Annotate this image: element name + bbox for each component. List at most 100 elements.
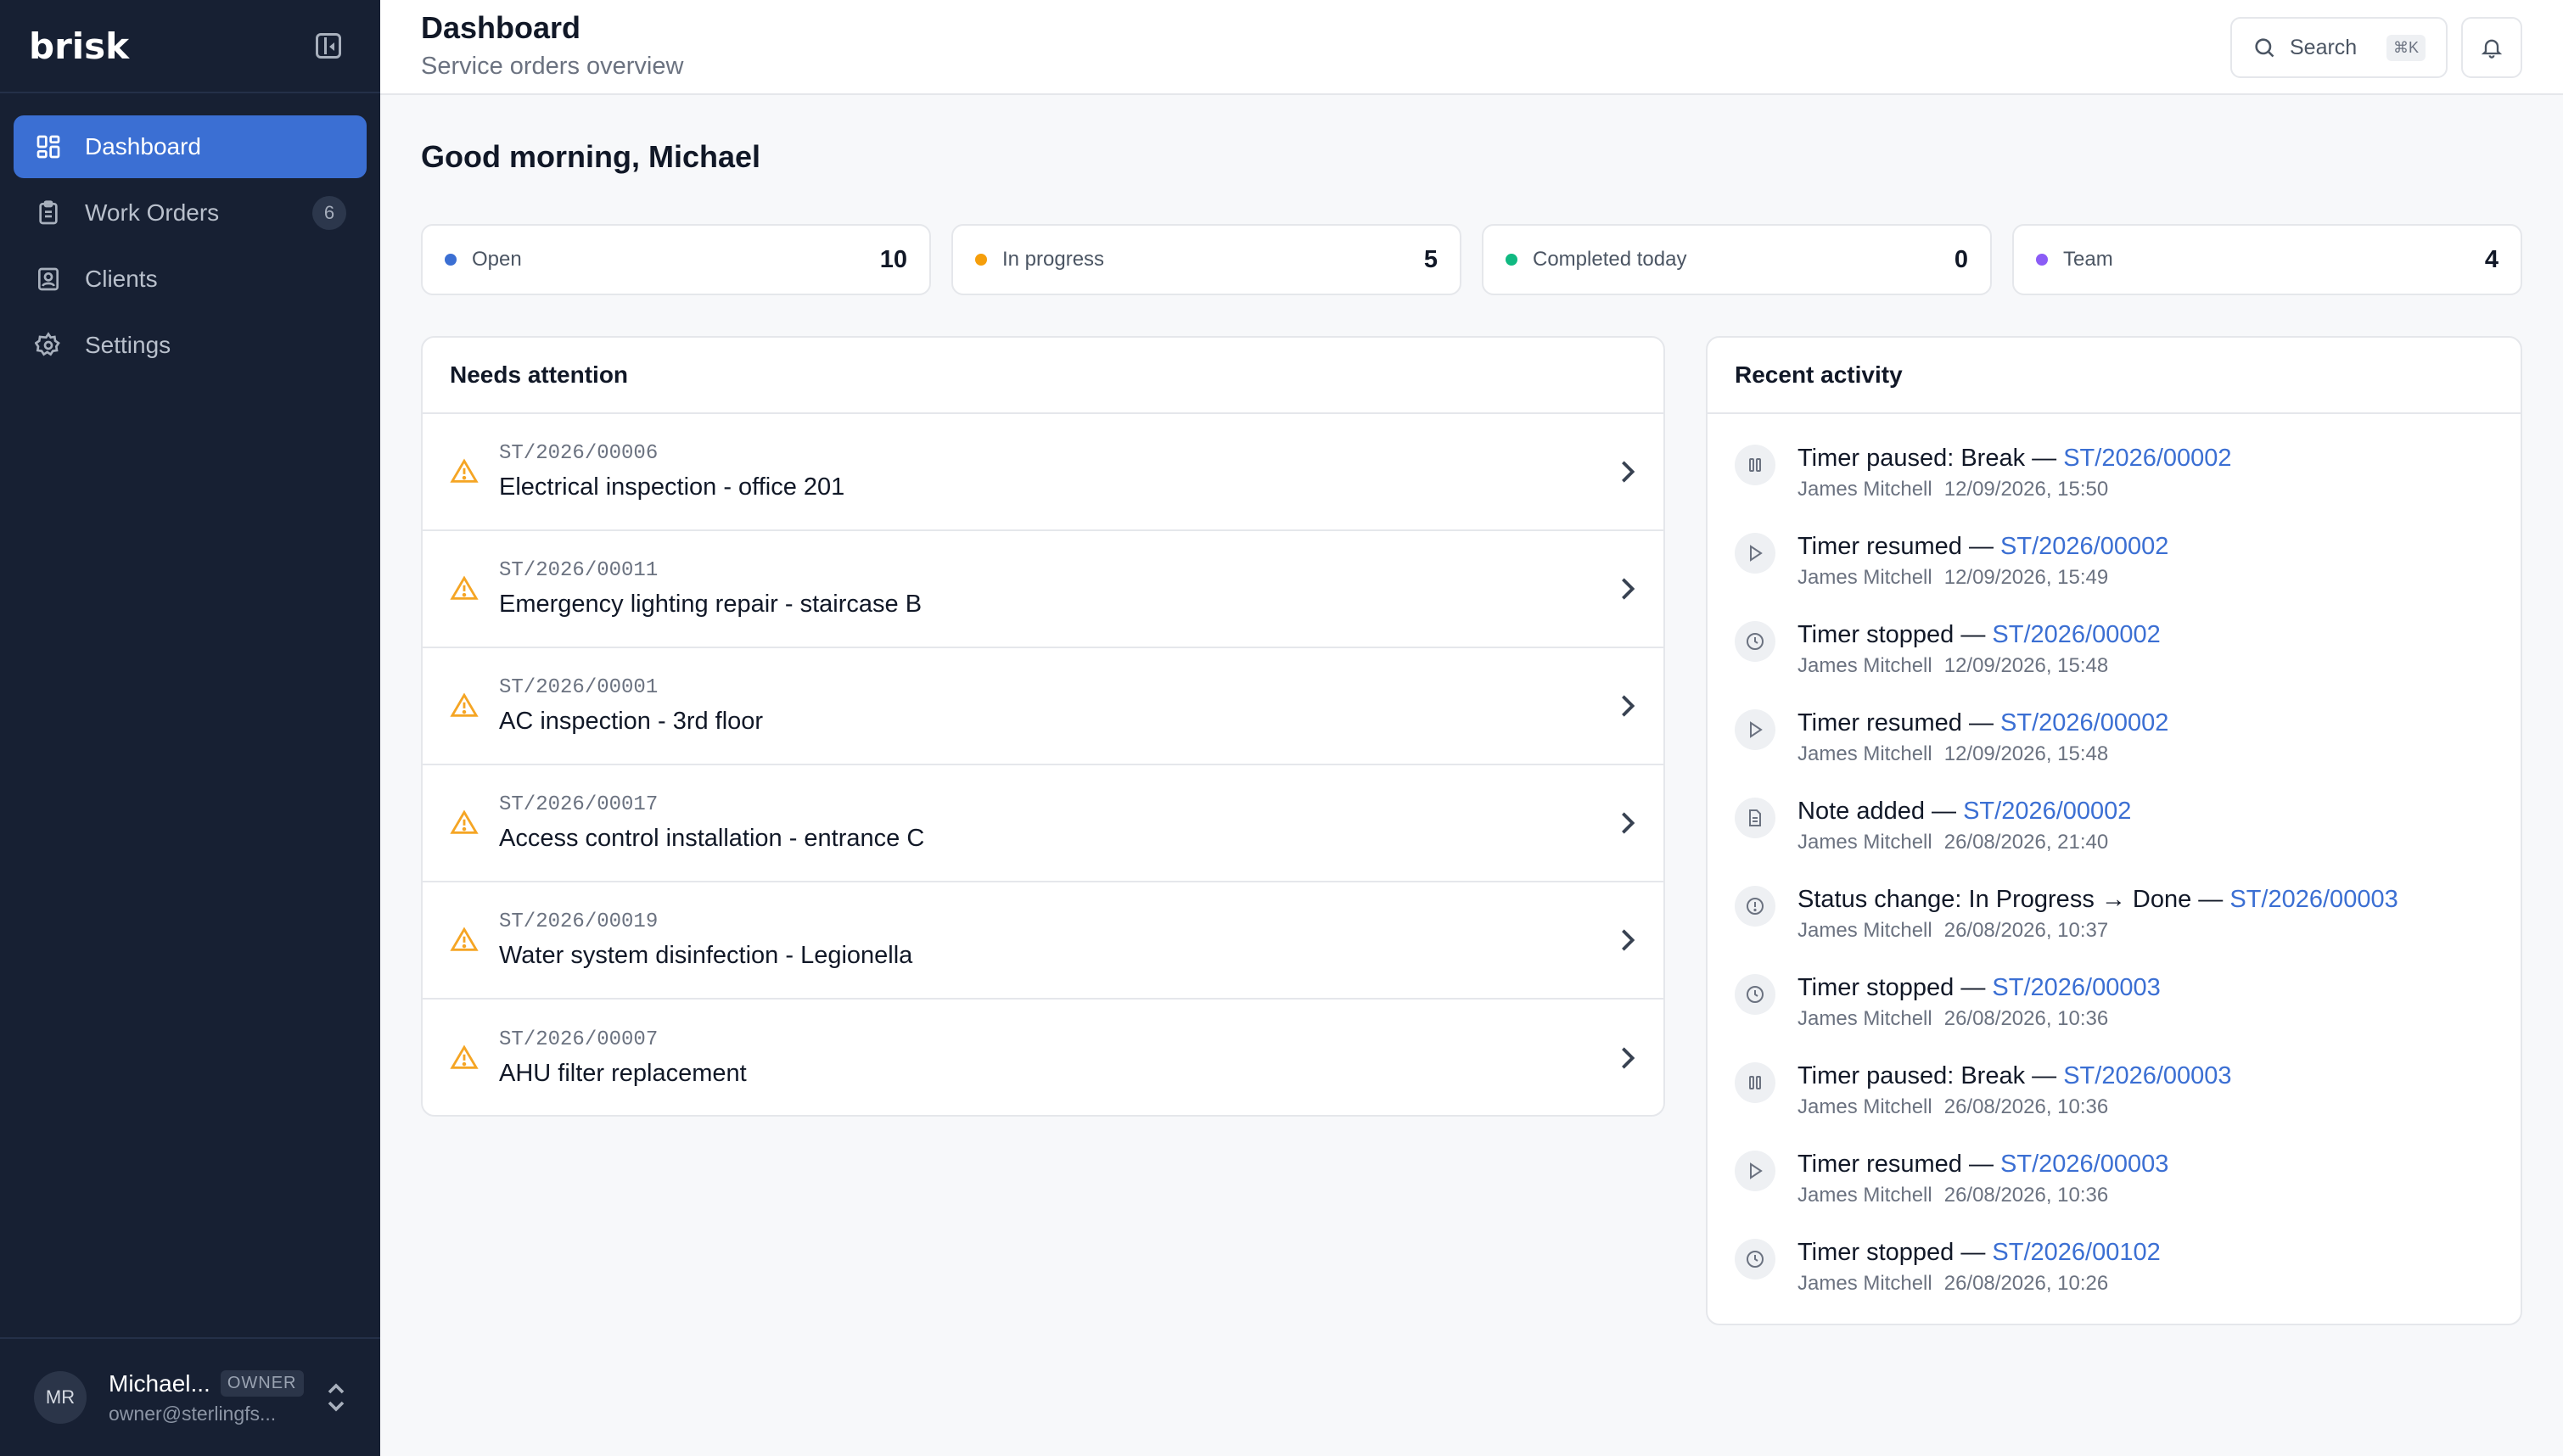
status-dot (2036, 254, 2048, 266)
order-title: Electrical inspection - office 201 (499, 473, 845, 501)
warning-icon (450, 575, 479, 600)
attention-item[interactable]: ST/2026/00019 Water system disinfection … (423, 882, 1663, 1000)
order-link[interactable]: ST/2026/00002 (1963, 798, 2131, 825)
activity-user: James Mitchell (1797, 742, 1932, 765)
attention-item-text: ST/2026/00007 AHU filter replacement (499, 1028, 1619, 1088)
chevron-up-down-icon[interactable] (326, 1382, 346, 1413)
warning-icon (450, 809, 479, 834)
sidebar-item-work-orders[interactable]: Work Orders 6 (14, 182, 367, 244)
page-title: Dashboard (421, 10, 581, 45)
order-link[interactable]: ST/2026/00102 (1992, 1239, 2160, 1266)
play-icon (1735, 533, 1775, 574)
activity-time: 26/08/2026, 10:37 (1943, 919, 2109, 942)
warning-icon (450, 927, 479, 951)
order-link[interactable]: ST/2026/00003 (2063, 1062, 2231, 1089)
greeting: Good morning, Michael (421, 139, 761, 174)
stat-label: Team (2063, 248, 2113, 271)
order-link[interactable]: ST/2026/00002 (2000, 709, 2168, 736)
collapse-sidebar-icon[interactable] (316, 33, 341, 59)
activity-user: James Mitchell (1797, 1095, 1932, 1118)
order-title: AC inspection - 3rd floor (499, 708, 764, 735)
notifications-button[interactable] (2461, 17, 2522, 78)
order-link[interactable]: ST/2026/00003 (1992, 974, 2160, 1001)
avatar: MR (34, 1371, 87, 1424)
stat-value: 0 (1954, 245, 1968, 273)
attention-item-text: ST/2026/00006 Electrical inspection - of… (499, 442, 1619, 501)
activity-time: 26/08/2026, 10:36 (1943, 1095, 2109, 1118)
sidebar-item-dashboard[interactable]: Dashboard (14, 115, 367, 178)
activity-time: 12/09/2026, 15:48 (1943, 742, 2109, 765)
activity-text: Timer stopped — (1797, 621, 1993, 648)
stat-card-open[interactable]: Open 10 (421, 224, 931, 295)
activity-item: Timer stopped — ST/2026/00002 James Mitc… (1735, 609, 2493, 697)
activity-item: Status change: In Progress → Done — ST/2… (1735, 874, 2493, 962)
attention-item[interactable]: ST/2026/00011 Emergency lighting repair … (423, 531, 1663, 648)
order-code: ST/2026/00019 (499, 910, 659, 933)
order-link[interactable]: ST/2026/00002 (2063, 445, 2231, 472)
clock-icon (1735, 621, 1775, 662)
stat-value: 4 (2484, 245, 2499, 273)
activity-user: James Mitchell (1797, 1007, 1932, 1030)
activity-time: 26/08/2026, 10:26 (1943, 1272, 2109, 1295)
stat-card-in-progress[interactable]: In progress 5 (951, 224, 1461, 295)
attention-item[interactable]: ST/2026/00006 Electrical inspection - of… (423, 414, 1663, 531)
page-subtitle: Service orders overview (421, 53, 684, 80)
search-button[interactable]: Search ⌘K (2230, 17, 2448, 78)
stat-card-team[interactable]: Team 4 (2012, 224, 2522, 295)
clock-icon (1735, 974, 1775, 1015)
activity-text: Timer resumed — (1797, 533, 2001, 560)
activity-text: Timer paused: Break — (1797, 1062, 2064, 1089)
activity-item: Timer resumed — ST/2026/00003 James Mitc… (1735, 1139, 2493, 1227)
chevron-right-icon (1622, 929, 1635, 951)
clipboard-icon (34, 199, 63, 227)
order-title: Water system disinfection - Legionella (499, 942, 913, 969)
attention-item[interactable]: ST/2026/00007 AHU filter replacement (423, 1000, 1663, 1115)
order-link[interactable]: ST/2026/00003 (2229, 886, 2398, 913)
activity-user: James Mitchell (1797, 654, 1932, 677)
activity-text: Timer paused: Break — (1797, 445, 2064, 472)
sidebar-header: brisk (0, 0, 380, 93)
activity-text: Timer resumed — (1797, 1151, 2001, 1178)
app-logo[interactable]: brisk (29, 25, 129, 67)
order-title: Access control installation - entrance C (499, 825, 925, 852)
activity-item: Note added — ST/2026/00002 James Mitchel… (1735, 786, 2493, 874)
order-code: ST/2026/00011 (499, 559, 659, 582)
attention-item[interactable]: ST/2026/00001 AC inspection - 3rd floor (423, 648, 1663, 765)
pause-icon (1735, 1062, 1775, 1103)
warning-icon (450, 458, 479, 483)
attention-item[interactable]: ST/2026/00017 Access control installatio… (423, 765, 1663, 882)
activity-text: Timer stopped — (1797, 1239, 1993, 1266)
sidebar-item-label: Clients (85, 266, 158, 292)
activity-user: James Mitchell (1797, 919, 1932, 942)
activity-item: Timer stopped — ST/2026/00003 James Mitc… (1735, 962, 2493, 1050)
order-link[interactable]: ST/2026/00002 (2000, 533, 2168, 560)
activity-text: Timer stopped — (1797, 974, 1993, 1001)
activity-user: James Mitchell (1797, 831, 1932, 854)
order-link[interactable]: ST/2026/00003 (2000, 1151, 2168, 1178)
sidebar-item-label: Dashboard (85, 133, 201, 160)
gear-icon (34, 331, 63, 360)
top-header: Dashboard Service orders overview Search… (380, 0, 2563, 95)
sidebar-item-clients[interactable]: Clients (14, 248, 367, 311)
sidebar-item-label: Settings (85, 332, 171, 358)
clock-icon (1735, 1239, 1775, 1280)
sidebar-item-settings[interactable]: Settings (14, 314, 367, 377)
card-title: Needs attention (423, 338, 1663, 414)
order-link[interactable]: ST/2026/00002 (1992, 621, 2160, 648)
user-menu[interactable]: MR Michael... OWNER owner@sterlingfs... (0, 1337, 380, 1456)
status-dot (975, 254, 987, 266)
search-shortcut: ⌘K (2386, 34, 2426, 61)
sidebar: brisk Dashboard Work Orders 6 Clients Se… (0, 0, 380, 1456)
work-orders-count-badge: 6 (312, 196, 346, 230)
chevron-right-icon (1622, 578, 1635, 600)
order-code: ST/2026/00006 (499, 442, 659, 465)
activity-item: Timer stopped — ST/2026/00102 James Mitc… (1735, 1227, 2493, 1315)
order-code: ST/2026/00001 (499, 676, 659, 699)
order-code: ST/2026/00007 (499, 1028, 659, 1051)
order-title: Emergency lighting repair - staircase B (499, 591, 923, 618)
warning-icon (450, 692, 479, 717)
stat-card-completed-today[interactable]: Completed today 0 (1482, 224, 1992, 295)
needs-attention-card: Needs attention ST/2026/00006 Electrical… (421, 336, 1665, 1117)
user-name: Michael... (109, 1369, 210, 1397)
sidebar-nav: Dashboard Work Orders 6 Clients Settings (0, 93, 380, 402)
